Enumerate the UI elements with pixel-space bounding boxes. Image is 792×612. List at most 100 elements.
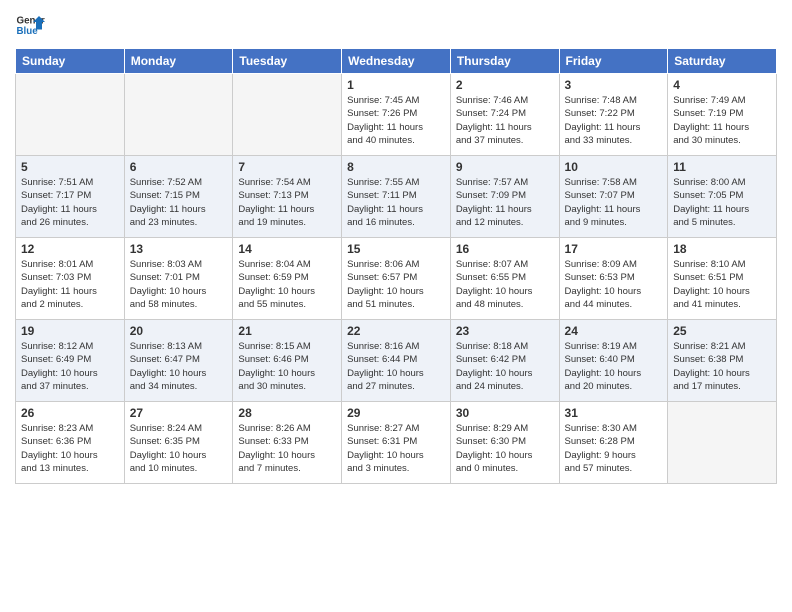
day-number: 9 [456,160,554,174]
day-number: 6 [130,160,228,174]
page-header: General Blue [15,10,777,40]
calendar-cell: 11 Sunrise: 8:00 AM Sunset: 7:05 PM Dayli… [668,156,777,238]
calendar-cell: 10 Sunrise: 7:58 AM Sunset: 7:07 PM Dayli… [559,156,668,238]
calendar-cell: 15 Sunrise: 8:06 AM Sunset: 6:57 PM Dayli… [342,238,451,320]
day-info: Sunrise: 8:09 AM Sunset: 6:53 PM Dayligh… [565,258,663,311]
calendar-week-row: 26 Sunrise: 8:23 AM Sunset: 6:36 PM Dayli… [16,402,777,484]
calendar-cell: 20 Sunrise: 8:13 AM Sunset: 6:47 PM Dayli… [124,320,233,402]
day-info: Sunrise: 8:19 AM Sunset: 6:40 PM Dayligh… [565,340,663,393]
day-info: Sunrise: 8:10 AM Sunset: 6:51 PM Dayligh… [673,258,771,311]
day-info: Sunrise: 8:21 AM Sunset: 6:38 PM Dayligh… [673,340,771,393]
col-tuesday: Tuesday [233,49,342,74]
calendar-cell: 18Sunrise: 8:10 AM Sunset: 6:51 PM Dayli… [668,238,777,320]
day-number: 22 [347,324,445,338]
day-info: Sunrise: 8:29 AM Sunset: 6:30 PM Dayligh… [456,422,554,475]
day-number: 10 [565,160,663,174]
day-number: 23 [456,324,554,338]
day-number: 4 [673,78,771,92]
calendar-cell: 12 Sunrise: 8:01 AM Sunset: 7:03 PM Dayli… [16,238,125,320]
day-number: 21 [238,324,336,338]
calendar-cell: 1 Sunrise: 7:45 AM Sunset: 7:26 PM Daylig… [342,74,451,156]
day-number: 26 [21,406,119,420]
calendar-cell [668,402,777,484]
day-number: 27 [130,406,228,420]
calendar-cell: 30 Sunrise: 8:29 AM Sunset: 6:30 PM Dayli… [450,402,559,484]
calendar-cell: 26 Sunrise: 8:23 AM Sunset: 6:36 PM Dayli… [16,402,125,484]
calendar-cell: 17 Sunrise: 8:09 AM Sunset: 6:53 PM Dayli… [559,238,668,320]
day-number: 29 [347,406,445,420]
day-info: Sunrise: 8:23 AM Sunset: 6:36 PM Dayligh… [21,422,119,475]
calendar-cell: 6 Sunrise: 7:52 AM Sunset: 7:15 PM Daylig… [124,156,233,238]
logo: General Blue [15,10,45,40]
logo-icon: General Blue [15,10,45,40]
day-info: Sunrise: 7:58 AM Sunset: 7:07 PM Dayligh… [565,176,663,229]
day-info: Sunrise: 8:24 AM Sunset: 6:35 PM Dayligh… [130,422,228,475]
day-info: Sunrise: 8:18 AM Sunset: 6:42 PM Dayligh… [456,340,554,393]
calendar-week-row: 12 Sunrise: 8:01 AM Sunset: 7:03 PM Dayli… [16,238,777,320]
svg-text:Blue: Blue [17,26,39,37]
calendar-cell: 7Sunrise: 7:54 AM Sunset: 7:13 PM Daylig… [233,156,342,238]
calendar-cell [233,74,342,156]
day-number: 11 [673,160,771,174]
day-number: 31 [565,406,663,420]
day-info: Sunrise: 7:54 AM Sunset: 7:13 PM Dayligh… [238,176,336,229]
calendar-cell: 13 Sunrise: 8:03 AM Sunset: 7:01 PM Dayli… [124,238,233,320]
day-info: Sunrise: 8:26 AM Sunset: 6:33 PM Dayligh… [238,422,336,475]
day-info: Sunrise: 7:46 AM Sunset: 7:24 PM Dayligh… [456,94,554,147]
day-number: 28 [238,406,336,420]
calendar-table: Sunday Monday Tuesday Wednesday Thursday… [15,48,777,484]
day-info: Sunrise: 7:57 AM Sunset: 7:09 PM Dayligh… [456,176,554,229]
calendar-cell: 4 Sunrise: 7:49 AM Sunset: 7:19 PM Daylig… [668,74,777,156]
day-info: Sunrise: 8:16 AM Sunset: 6:44 PM Dayligh… [347,340,445,393]
calendar-cell: 14 Sunrise: 8:04 AM Sunset: 6:59 PM Dayli… [233,238,342,320]
calendar-cell: 29Sunrise: 8:27 AM Sunset: 6:31 PM Dayli… [342,402,451,484]
day-number: 3 [565,78,663,92]
day-number: 14 [238,242,336,256]
day-info: Sunrise: 7:52 AM Sunset: 7:15 PM Dayligh… [130,176,228,229]
calendar-cell: 2Sunrise: 7:46 AM Sunset: 7:24 PM Daylig… [450,74,559,156]
day-info: Sunrise: 8:06 AM Sunset: 6:57 PM Dayligh… [347,258,445,311]
calendar-cell: 31 Sunrise: 8:30 AM Sunset: 6:28 PM Dayli… [559,402,668,484]
day-number: 17 [565,242,663,256]
day-number: 13 [130,242,228,256]
day-info: Sunrise: 8:01 AM Sunset: 7:03 PM Dayligh… [21,258,119,311]
day-info: Sunrise: 8:30 AM Sunset: 6:28 PM Dayligh… [565,422,663,475]
col-monday: Monday [124,49,233,74]
day-info: Sunrise: 8:13 AM Sunset: 6:47 PM Dayligh… [130,340,228,393]
calendar-week-row: 1 Sunrise: 7:45 AM Sunset: 7:26 PM Daylig… [16,74,777,156]
day-number: 12 [21,242,119,256]
calendar-cell: 19Sunrise: 8:12 AM Sunset: 6:49 PM Dayli… [16,320,125,402]
day-info: Sunrise: 7:49 AM Sunset: 7:19 PM Dayligh… [673,94,771,147]
day-info: Sunrise: 8:00 AM Sunset: 7:05 PM Dayligh… [673,176,771,229]
calendar-cell: 22 Sunrise: 8:16 AM Sunset: 6:44 PM Dayli… [342,320,451,402]
calendar-cell: 25Sunrise: 8:21 AM Sunset: 6:38 PM Dayli… [668,320,777,402]
day-number: 16 [456,242,554,256]
day-number: 20 [130,324,228,338]
day-info: Sunrise: 8:03 AM Sunset: 7:01 PM Dayligh… [130,258,228,311]
day-info: Sunrise: 8:04 AM Sunset: 6:59 PM Dayligh… [238,258,336,311]
calendar-cell: 23 Sunrise: 8:18 AM Sunset: 6:42 PM Dayli… [450,320,559,402]
day-number: 30 [456,406,554,420]
day-number: 5 [21,160,119,174]
col-saturday: Saturday [668,49,777,74]
day-info: Sunrise: 7:45 AM Sunset: 7:26 PM Dayligh… [347,94,445,147]
calendar-cell: 9 Sunrise: 7:57 AM Sunset: 7:09 PM Daylig… [450,156,559,238]
calendar-week-row: 19Sunrise: 8:12 AM Sunset: 6:49 PM Dayli… [16,320,777,402]
day-info: Sunrise: 8:07 AM Sunset: 6:55 PM Dayligh… [456,258,554,311]
day-info: Sunrise: 7:55 AM Sunset: 7:11 PM Dayligh… [347,176,445,229]
day-number: 15 [347,242,445,256]
col-friday: Friday [559,49,668,74]
calendar-cell: 28 Sunrise: 8:26 AM Sunset: 6:33 PM Dayli… [233,402,342,484]
col-thursday: Thursday [450,49,559,74]
day-number: 8 [347,160,445,174]
calendar-cell: 8 Sunrise: 7:55 AM Sunset: 7:11 PM Daylig… [342,156,451,238]
col-wednesday: Wednesday [342,49,451,74]
day-number: 19 [21,324,119,338]
calendar-cell: 3Sunrise: 7:48 AM Sunset: 7:22 PM Daylig… [559,74,668,156]
day-number: 1 [347,78,445,92]
calendar-cell [16,74,125,156]
col-sunday: Sunday [16,49,125,74]
calendar-cell: 5Sunrise: 7:51 AM Sunset: 7:17 PM Daylig… [16,156,125,238]
calendar-cell: 21Sunrise: 8:15 AM Sunset: 6:46 PM Dayli… [233,320,342,402]
calendar-cell [124,74,233,156]
